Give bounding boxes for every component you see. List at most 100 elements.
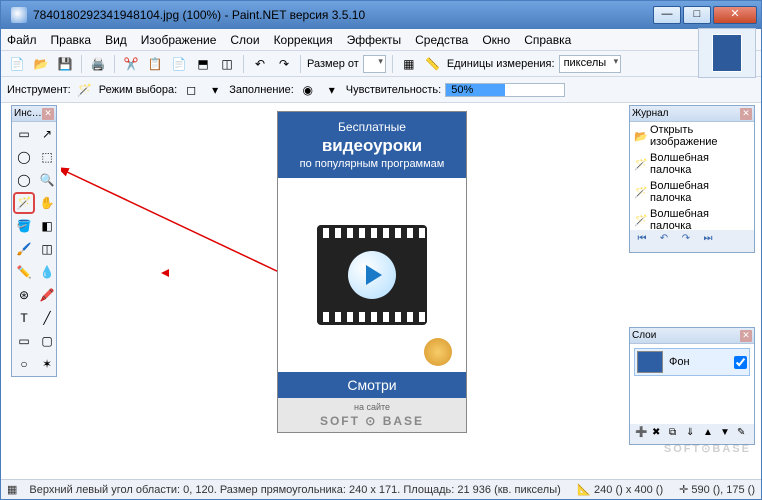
preview-image bbox=[712, 34, 742, 72]
history-item[interactable]: 🪄Волшебная палочка bbox=[630, 206, 754, 230]
canvas-footer: на сайте SOFT ⊙ BASE bbox=[278, 398, 466, 432]
tool-move-selection[interactable]: ⬚ bbox=[36, 146, 58, 168]
menu-file[interactable]: Файл bbox=[7, 33, 37, 47]
ruler-button[interactable]: 📏 bbox=[423, 54, 443, 74]
tool-rounded-rect[interactable]: ▢ bbox=[36, 330, 58, 352]
wand-icon: 🪄 bbox=[634, 214, 646, 226]
history-redo-button[interactable]: ↷ bbox=[677, 233, 695, 249]
play-icon bbox=[348, 251, 396, 299]
fill-dropdown-icon[interactable]: ▾ bbox=[322, 80, 342, 100]
canvas-mid bbox=[278, 178, 466, 372]
copy-button[interactable]: 📋 bbox=[145, 54, 165, 74]
tools-panel-close[interactable]: ✕ bbox=[42, 108, 54, 120]
layers-panel-header[interactable]: Слои ✕ bbox=[630, 328, 754, 344]
canvas-foot1: на сайте bbox=[282, 402, 462, 412]
tool-rectangle[interactable]: ▭ bbox=[13, 330, 35, 352]
layers-panel-close[interactable]: ✕ bbox=[740, 330, 752, 342]
layer-add-button[interactable]: ➕ bbox=[635, 427, 649, 441]
canvas-line1: Бесплатные bbox=[282, 120, 462, 134]
open-icon: 📂 bbox=[634, 130, 646, 142]
tool-text[interactable]: T bbox=[13, 307, 35, 329]
watermark: SOFT⊙BASE bbox=[664, 442, 751, 455]
tool-lasso-select[interactable]: ◯ bbox=[13, 146, 35, 168]
mode-replace-icon[interactable]: ◻ bbox=[181, 80, 201, 100]
layer-delete-button[interactable]: ✖ bbox=[652, 427, 666, 441]
tool-magic-wand[interactable]: 🪄 bbox=[13, 192, 35, 214]
layer-item[interactable]: Фон bbox=[634, 348, 750, 376]
menu-effects[interactable]: Эффекты bbox=[347, 33, 402, 47]
layer-duplicate-button[interactable]: ⧉ bbox=[669, 427, 683, 441]
tool-ellipse-select[interactable]: ◯ bbox=[13, 169, 35, 191]
undo-button[interactable]: ↶ bbox=[250, 54, 270, 74]
crop-button[interactable]: ⬒ bbox=[193, 54, 213, 74]
tool-gradient[interactable]: ◧ bbox=[36, 215, 58, 237]
tool-label: Инструмент: bbox=[7, 84, 71, 96]
redo-button[interactable]: ↷ bbox=[274, 54, 294, 74]
deselect-button[interactable]: ◫ bbox=[217, 54, 237, 74]
units-label: Единицы измерения: bbox=[447, 58, 555, 70]
grid-button[interactable]: ▦ bbox=[399, 54, 419, 74]
preview-thumbnail[interactable] bbox=[698, 28, 756, 78]
history-rewind-button[interactable]: ⏮ bbox=[633, 233, 651, 249]
toolbar-main: 📄 📂 💾 🖨️ ✂️ 📋 📄 ⬒ ◫ ↶ ↷ Размер от ▦ 📏 Ед… bbox=[1, 51, 761, 77]
tool-color-picker[interactable]: 💧 bbox=[36, 261, 58, 283]
tool-recolor[interactable]: 🖍️ bbox=[36, 284, 58, 306]
tool-eraser[interactable]: ◫ bbox=[36, 238, 58, 260]
menu-tools[interactable]: Средства bbox=[415, 33, 468, 47]
tool-pan[interactable]: ✋ bbox=[36, 192, 58, 214]
paste-button[interactable]: 📄 bbox=[169, 54, 189, 74]
film-icon bbox=[317, 225, 427, 325]
history-panel-close[interactable]: ✕ bbox=[740, 108, 752, 120]
menu-layers[interactable]: Слои bbox=[230, 33, 259, 47]
history-fastforward-button[interactable]: ⏭ bbox=[699, 233, 717, 249]
history-item[interactable]: 🪄Волшебная палочка bbox=[630, 150, 754, 178]
menu-edit[interactable]: Правка bbox=[51, 33, 92, 47]
save-button[interactable]: 💾 bbox=[55, 54, 75, 74]
layer-down-button[interactable]: ▼ bbox=[720, 427, 734, 441]
sens-label: Чувствительность: bbox=[346, 84, 441, 96]
cut-button[interactable]: ✂️ bbox=[121, 54, 141, 74]
history-item[interactable]: 📂Открыть изображение bbox=[630, 122, 754, 150]
layers-list: Фон bbox=[630, 344, 754, 424]
tool-move-selected[interactable]: ↗ bbox=[36, 123, 58, 145]
tool-paint-bucket[interactable]: 🪣 bbox=[13, 215, 35, 237]
tool-rectangle-select[interactable]: ▭ bbox=[13, 123, 35, 145]
tools-panel-header[interactable]: Инс… ✕ bbox=[12, 106, 56, 122]
new-button[interactable]: 📄 bbox=[7, 54, 27, 74]
menu-image[interactable]: Изображение bbox=[141, 33, 217, 47]
layer-up-button[interactable]: ▲ bbox=[703, 427, 717, 441]
tool-paintbrush[interactable]: 🖌️ bbox=[13, 238, 35, 260]
workarea: Инс… ✕ ▭ ↗ ◯ ⬚ ◯ 🔍 🪄 ✋ 🪣 ◧ 🖌️ ◫ ✏️ 💧 ⊛ 🖍… bbox=[1, 103, 761, 479]
fill-contiguous-icon[interactable]: ◉ bbox=[298, 80, 318, 100]
history-panel-header[interactable]: Журнал ✕ bbox=[630, 106, 754, 122]
open-button[interactable]: 📂 bbox=[31, 54, 51, 74]
canvas-image[interactable]: Бесплатные видеоуроки по популярным прог… bbox=[277, 111, 467, 433]
layer-merge-button[interactable]: ⇓ bbox=[686, 427, 700, 441]
size-combo[interactable] bbox=[363, 55, 386, 73]
menu-adjustments[interactable]: Коррекция bbox=[274, 33, 333, 47]
tool-zoom[interactable]: 🔍 bbox=[36, 169, 58, 191]
close-button[interactable]: ✕ bbox=[713, 6, 757, 24]
layers-buttons: ➕ ✖ ⧉ ⇓ ▲ ▼ ✎ bbox=[630, 424, 754, 444]
menu-window[interactable]: Окно bbox=[482, 33, 510, 47]
tool-freeform[interactable]: ✶ bbox=[36, 353, 58, 375]
history-undo-button[interactable]: ↶ bbox=[655, 233, 673, 249]
layer-properties-button[interactable]: ✎ bbox=[737, 427, 751, 441]
minimize-button[interactable]: — bbox=[653, 6, 681, 24]
mode-dropdown-icon[interactable]: ▾ bbox=[205, 80, 225, 100]
current-tool-icon[interactable]: 🪄 bbox=[75, 80, 95, 100]
statusbar: ▦ Верхний левый угол области: 0, 120. Ра… bbox=[1, 479, 761, 499]
tool-line[interactable]: ╱ bbox=[36, 307, 58, 329]
units-combo[interactable]: пикселы bbox=[559, 55, 622, 73]
maximize-button[interactable]: □ bbox=[683, 6, 711, 24]
titlebar: 7840180292341948104.jpg (100%) - Paint.N… bbox=[1, 1, 761, 29]
layer-visible-checkbox[interactable] bbox=[734, 356, 747, 369]
history-item[interactable]: 🪄Волшебная палочка bbox=[630, 178, 754, 206]
print-button[interactable]: 🖨️ bbox=[88, 54, 108, 74]
tool-ellipse[interactable]: ○ bbox=[13, 353, 35, 375]
tool-pencil[interactable]: ✏️ bbox=[13, 261, 35, 283]
wand-icon: 🪄 bbox=[634, 158, 646, 170]
tool-clone-stamp[interactable]: ⊛ bbox=[13, 284, 35, 306]
menu-help[interactable]: Справка bbox=[524, 33, 571, 47]
menu-view[interactable]: Вид bbox=[105, 33, 127, 47]
